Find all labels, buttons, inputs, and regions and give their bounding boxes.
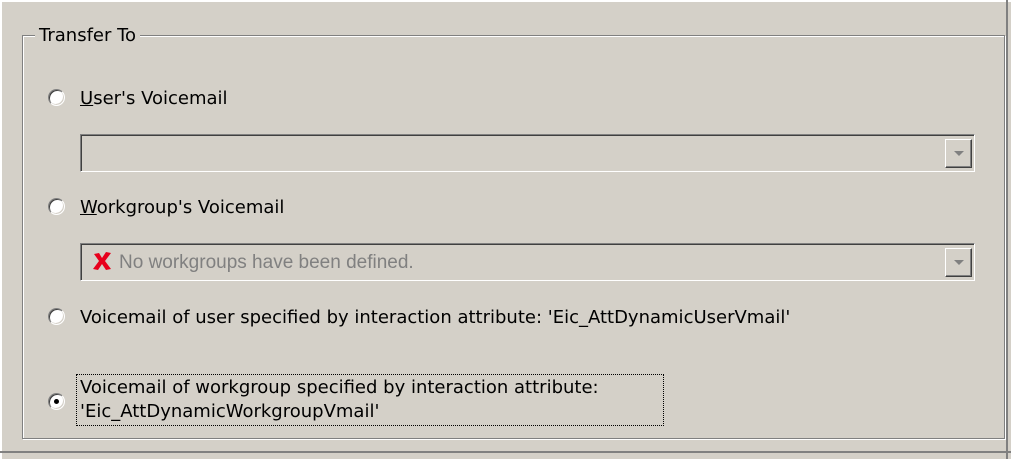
panel-edge-bottom [0,451,1011,453]
chevron-down-icon [954,260,964,265]
error-x-icon [91,250,113,272]
workgroups-voicemail-combo-value: No workgroups have been defined. [91,250,414,275]
dynamic-workgroup-voicemail-radio[interactable] [48,393,65,410]
radio-selected-dot [54,399,59,404]
workgroups-voicemail-combo[interactable]: No workgroups have been defined. [80,243,975,281]
chevron-down-icon [954,151,964,156]
workgroups-voicemail-radio[interactable] [48,198,65,215]
users-voicemail-label[interactable]: User's Voicemail [80,87,228,111]
groupbox-title: Transfer To [35,24,141,48]
dynamic-user-voicemail-radio[interactable] [48,308,65,325]
dynamic-workgroup-voicemail-label[interactable]: Voicemail of workgroup specified by inte… [80,376,599,424]
panel-edge-left [0,0,2,459]
workgroups-voicemail-label[interactable]: Workgroup's Voicemail [80,196,284,220]
users-voicemail-combo[interactable] [80,134,975,172]
workgroups-voicemail-dropdown-button[interactable] [945,248,972,277]
transfer-to-panel: Transfer To User's Voicemail Workgroup's… [0,0,1011,459]
panel-edge-top [0,0,1011,2]
users-voicemail-dropdown-button[interactable] [945,139,972,168]
dynamic-user-voicemail-label[interactable]: Voicemail of user specified by interacti… [80,306,790,330]
panel-edge-right [1006,0,1008,459]
users-voicemail-radio[interactable] [48,89,65,106]
